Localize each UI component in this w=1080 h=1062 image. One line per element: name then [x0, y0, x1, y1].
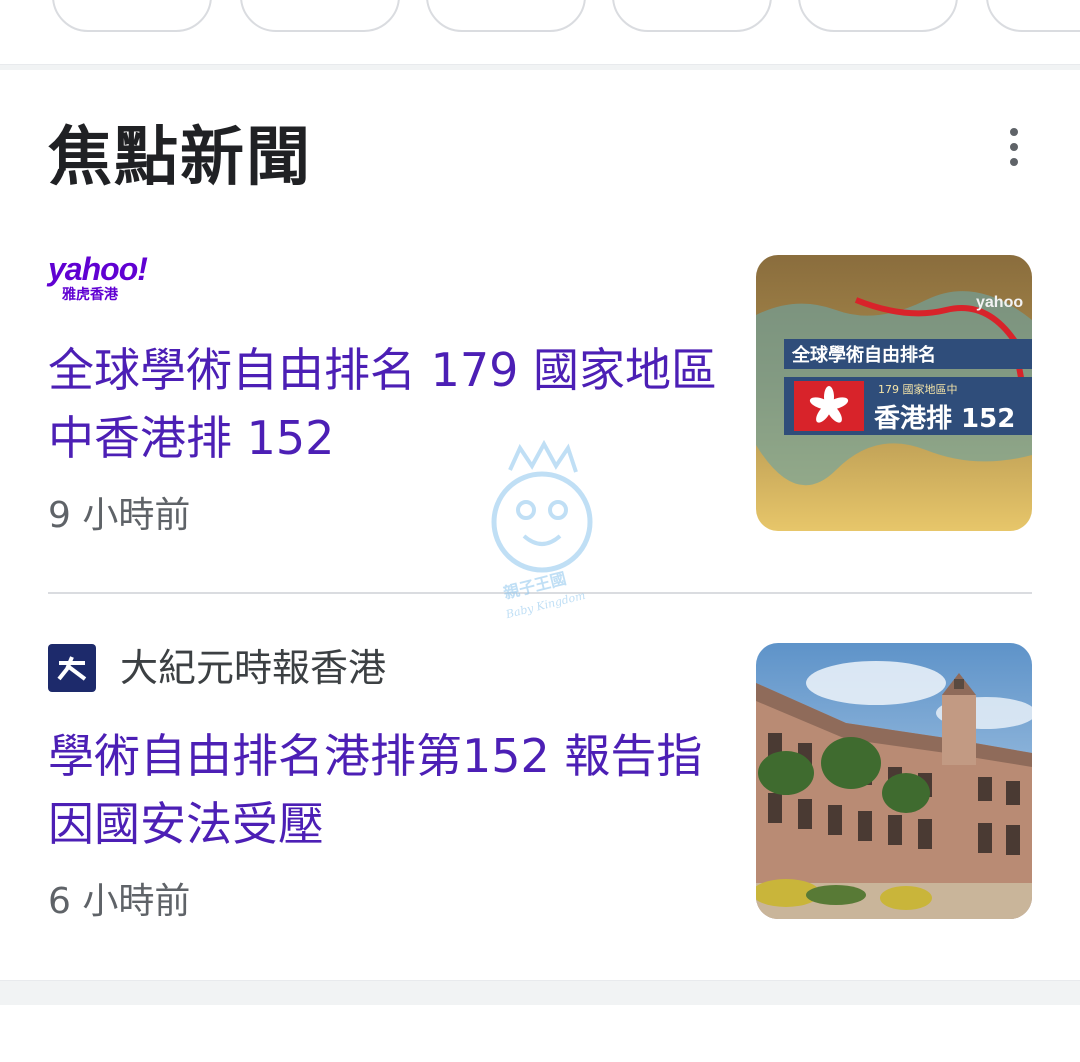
article-thumbnail[interactable] [756, 643, 1032, 919]
epoch-times-logo [48, 644, 96, 692]
filter-chip[interactable] [986, 0, 1080, 32]
section-title: 焦點新聞 [48, 121, 312, 195]
article-source: 大紀元時報香港 [48, 644, 386, 692]
article-timestamp: 6 小時前 [48, 881, 191, 922]
filter-chip[interactable] [52, 0, 212, 32]
section-separator [0, 980, 1080, 1005]
article-headline[interactable]: 全球學術自由排名 179 國家地區中香港排 152 [48, 336, 728, 472]
thumb-text: 全球學術自由排名 [791, 344, 936, 366]
yahoo-logo: yahoo! 雅虎香港 [48, 251, 148, 303]
thumb-brand: yahoo [976, 294, 1023, 311]
filter-chip[interactable] [240, 0, 400, 32]
filter-chip[interactable] [426, 0, 586, 32]
article-divider [48, 592, 1032, 594]
more-vert-icon[interactable] [996, 128, 1032, 172]
source-name: 大紀元時報香港 [120, 646, 387, 690]
article-thumbnail[interactable]: 全球學術自由排名 179 國家地區中 香港排 152 yahoo [756, 255, 1032, 531]
filter-chip[interactable] [798, 0, 958, 32]
article-timestamp: 9 小時前 [48, 495, 191, 536]
filter-chip-bar [0, 0, 1080, 64]
thumb-text: 香港排 152 [874, 404, 1015, 434]
article-headline[interactable]: 學術自由排名港排第152 報告指因國安法受壓 [48, 722, 728, 858]
filter-chip[interactable] [612, 0, 772, 32]
thumb-text: 179 國家地區中 [878, 382, 958, 396]
